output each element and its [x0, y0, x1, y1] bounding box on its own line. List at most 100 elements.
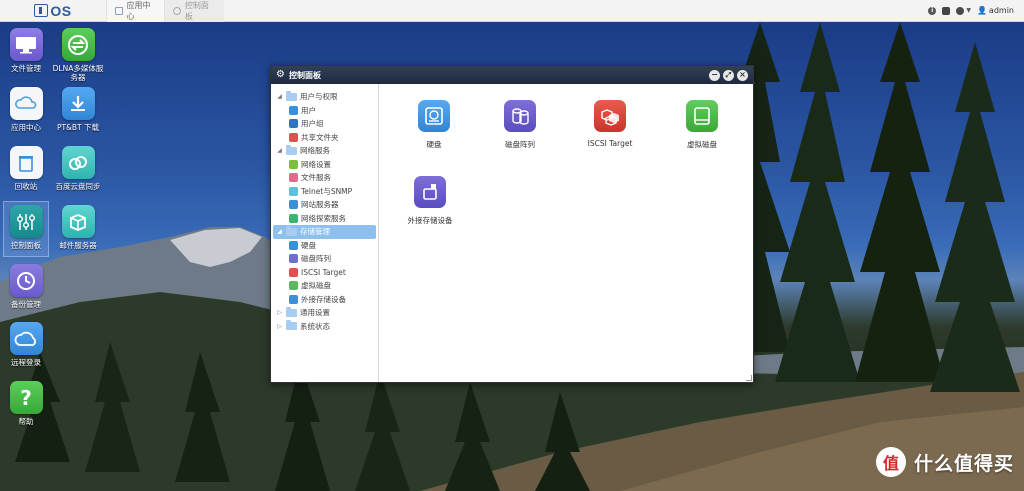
tree-group[interactable]: ◢ 网络服务	[271, 144, 378, 158]
tree-label: 用户与权限	[300, 92, 338, 102]
caret-right-icon[interactable]: ▷	[276, 323, 283, 330]
tree-item[interactable]: 网络设置	[271, 158, 378, 172]
control-panel-icon	[173, 6, 181, 15]
tree-group[interactable]: ▷ 通用设置	[271, 306, 378, 320]
desktop-icon-label: 邮件服务器	[59, 241, 97, 250]
clock-icon	[9, 264, 43, 297]
tree-item[interactable]: 网站服务器	[271, 198, 378, 212]
tree-label: 共享文件夹	[301, 132, 339, 142]
tree-label: 外接存储设备	[301, 294, 346, 304]
desktop-icon-remote-login[interactable]: 远程登录	[0, 322, 52, 367]
tab-control-panel[interactable]: 控制面板	[164, 0, 224, 22]
notification-icon[interactable]	[942, 6, 951, 15]
app-disk-array[interactable]: 磁盘阵列	[485, 100, 555, 150]
app-hard-disk[interactable]: 硬盘	[399, 100, 469, 150]
desktop-icon-mail-server[interactable]: 邮件服务器	[52, 205, 104, 250]
tree-item[interactable]: 用户组	[271, 117, 378, 131]
caret-down-icon[interactable]: ◢	[276, 147, 283, 154]
top-right-controls: i ▼ 👤 admin	[928, 6, 1024, 15]
desktop-icon-label: 备份管理	[11, 300, 41, 309]
desktop-icon-label: 远程登录	[11, 358, 41, 367]
caret-right-icon[interactable]: ▷	[276, 309, 283, 316]
user-name: admin	[988, 6, 1014, 15]
hard-disk-icon	[418, 100, 450, 132]
desktop-icon-recycle-bin[interactable]: 回收站	[0, 146, 52, 191]
app-label: 外接存储设备	[407, 216, 453, 225]
tree-label: 网站服务器	[301, 200, 339, 210]
desktop-icon-dlna[interactable]: DLNA多媒体服务器	[52, 28, 104, 82]
tree-item[interactable]: ISCSI Target	[271, 266, 378, 280]
desktop-icon-pt-bt[interactable]: PT&BT 下载	[52, 87, 104, 132]
tree-group[interactable]: ◢ 用户与权限	[271, 90, 378, 104]
minimize-button[interactable]: −	[709, 69, 720, 81]
content-area: 硬盘 磁盘阵列 ISCSI Target 虚拟磁盘 外接存储设备	[379, 84, 753, 382]
maximize-button[interactable]: ⤢	[723, 69, 734, 81]
tree-item[interactable]: 用户	[271, 104, 378, 118]
cloud-bag-icon	[9, 87, 43, 120]
tree-item[interactable]: 硬盘	[271, 239, 378, 253]
app-label: 虚拟磁盘	[687, 140, 717, 149]
tree-label: 磁盘阵列	[301, 254, 331, 264]
tree-item[interactable]: Telnet与SNMP	[271, 185, 378, 199]
caret-down-icon[interactable]: ◢	[276, 228, 283, 235]
tree-item[interactable]: 网络探索服务	[271, 212, 378, 226]
desktop-icon-label: 帮助	[18, 417, 34, 426]
tree-item[interactable]: 磁盘阵列	[271, 252, 378, 266]
monitor-icon	[9, 28, 43, 61]
app-label: ISCSI Target	[587, 139, 633, 148]
network-discovery-icon	[289, 213, 298, 223]
disk-array-icon	[504, 100, 536, 132]
file-service-icon	[289, 173, 298, 183]
info-icon[interactable]: i	[928, 6, 937, 15]
folder-icon	[286, 306, 297, 317]
close-button[interactable]: ×	[737, 69, 748, 81]
desktop-icon-baidu-sync[interactable]: 百度云盘同步	[52, 146, 104, 191]
virtual-disk-icon	[289, 281, 298, 291]
external-storage-icon	[414, 176, 446, 208]
raid-icon	[289, 254, 298, 264]
tree-label: ISCSI Target	[301, 267, 346, 277]
window-titlebar[interactable]: ⚙ 控制面板 − ⤢ ×	[271, 66, 753, 84]
tab-app-center[interactable]: 应用中心	[106, 0, 164, 22]
tree-group[interactable]: ▷ 系统状态	[271, 320, 378, 334]
tree-label: 文件服务	[301, 173, 331, 183]
tree-item[interactable]: 外接存储设备	[271, 293, 378, 307]
language-menu[interactable]: ▼	[956, 6, 971, 15]
tree-label: 虚拟磁盘	[301, 281, 331, 291]
window-title: 控制面板	[288, 70, 321, 80]
app-label: 硬盘	[426, 140, 442, 149]
download-icon	[61, 87, 95, 120]
desktop-icon-control-panel[interactable]: 控制面板	[0, 201, 52, 257]
chevron-down-icon: ▼	[966, 7, 971, 14]
resize-grip[interactable]	[746, 375, 752, 381]
user-menu[interactable]: 👤 admin	[977, 6, 1014, 15]
tos-logo[interactable]: OS	[0, 0, 106, 22]
desktop-icon-file-manager[interactable]: 文件管理	[0, 28, 52, 73]
tree-label: 网络设置	[301, 159, 331, 169]
tree-label: 用户组	[301, 119, 324, 129]
tree-group[interactable]: ◢ 存储管理	[273, 225, 376, 239]
desktop-icon-help[interactable]: ? 帮助	[0, 381, 52, 426]
question-icon: ?	[9, 381, 43, 414]
desktop-icon-label: 回收站	[14, 182, 38, 191]
desktop-icon-backup[interactable]: 备份管理	[0, 264, 52, 309]
app-iscsi-target[interactable]: ISCSI Target	[575, 100, 645, 148]
logo-mark-icon	[34, 4, 49, 17]
iscsi-target-icon	[594, 100, 626, 132]
watermark-text: 什么值得买	[913, 452, 1014, 475]
desktop-icon-label: 文件管理	[11, 64, 41, 73]
tree-item[interactable]: 共享文件夹	[271, 131, 378, 145]
app-virtual-disk[interactable]: 虚拟磁盘	[667, 100, 737, 150]
folder-icon	[286, 90, 297, 101]
telnet-icon	[289, 186, 298, 196]
tree-item[interactable]: 文件服务	[271, 171, 378, 185]
desktop-icon-app-center[interactable]: 应用中心	[0, 87, 52, 132]
app-external-storage[interactable]: 外接存储设备	[395, 176, 465, 226]
caret-down-icon[interactable]: ◢	[276, 93, 283, 100]
mail-box-icon	[61, 205, 95, 238]
globe-icon	[956, 6, 965, 15]
iscsi-icon	[289, 267, 298, 277]
tree-item[interactable]: 虚拟磁盘	[271, 279, 378, 293]
tree-label: 用户	[301, 105, 316, 115]
tree-label: 硬盘	[301, 240, 316, 250]
